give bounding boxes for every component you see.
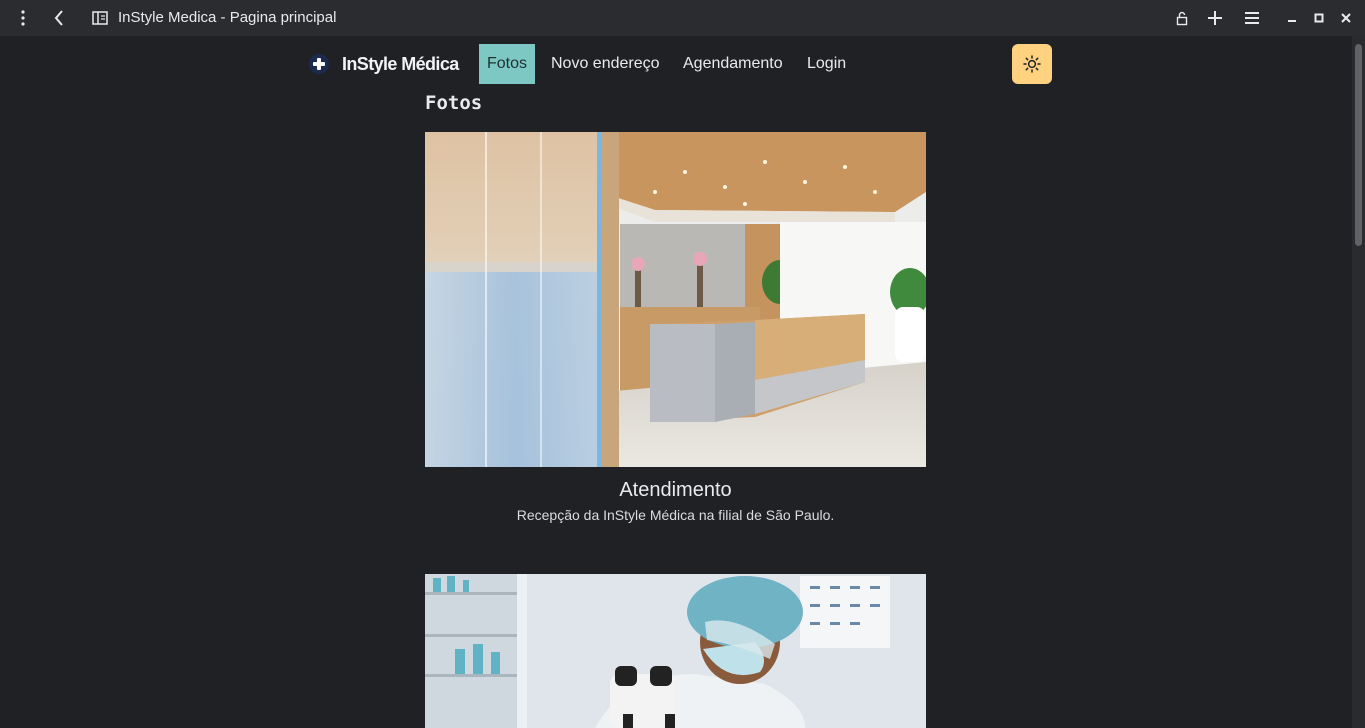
hamburger-icon[interactable] [1237,0,1267,36]
kebab-menu-icon[interactable] [8,0,38,36]
nav-link-fotos[interactable]: Fotos [479,44,536,84]
medical-cross-logo-icon [309,54,329,74]
photo-title: Atendimento [619,479,732,501]
photo-laboratory [425,574,926,728]
window-title: InStyle Medica - Pagina principal [118,9,337,26]
photo-description: Recepção da InStyle Médica na filial de … [516,507,835,523]
photo-reception [425,132,926,467]
page-scrollbar[interactable] [1352,36,1365,728]
page-title: Fotos [425,92,483,114]
brand-link[interactable]: InStyle Médica [309,54,459,74]
scrollbar-thumb[interactable] [1355,44,1362,246]
theme-toggle-button[interactable] [1012,44,1052,84]
sidebar-panel-icon[interactable] [85,0,115,36]
nav-link-login[interactable]: Login [807,44,846,84]
back-arrow-icon[interactable] [44,0,74,36]
brand-name: InStyle Médica [342,53,459,74]
maximize-icon[interactable] [1304,0,1334,36]
page-viewport: InStyle Médica Fotos Novo endereço Agend… [0,36,1352,728]
minimize-icon[interactable] [1277,0,1307,36]
nav-link-novo-endereco[interactable]: Novo endereço [551,44,660,84]
close-icon[interactable] [1331,0,1361,36]
plus-icon[interactable] [1200,0,1230,36]
browser-titlebar: InStyle Medica - Pagina principal [0,0,1365,36]
unlock-icon[interactable] [1167,0,1197,36]
nav-link-agendamento[interactable]: Agendamento [683,44,783,84]
sun-icon [1023,55,1041,73]
